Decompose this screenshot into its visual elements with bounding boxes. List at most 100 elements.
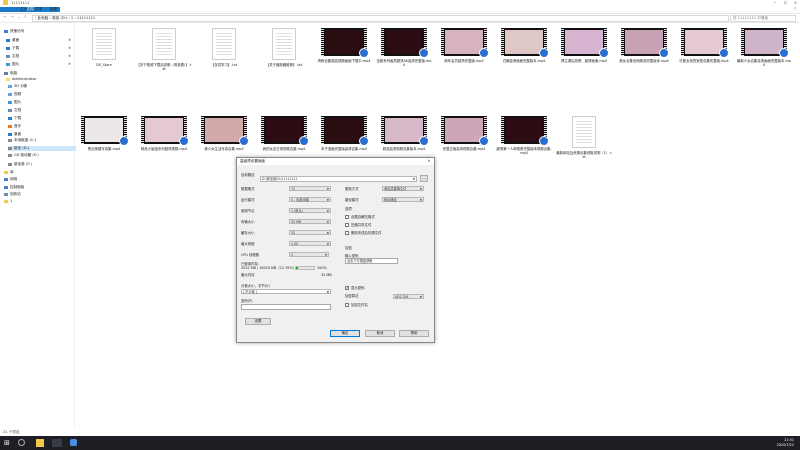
file-item[interactable]: 精选高清视频合集版本.mp4 [376, 116, 432, 151]
file-item[interactable]: DS_Store [76, 28, 132, 67]
sidebar-item[interactable]: 回收站 [4, 192, 72, 197]
file-item[interactable]: 白嫩高清画面完整版本.mp4 [496, 28, 552, 63]
up-icon[interactable]: ↑ [23, 15, 27, 20]
file-item[interactable]: 全新系列画质超清4K高清完整版.mp4 [376, 28, 432, 67]
browse-button[interactable]: ... [420, 175, 428, 182]
sidebar-item[interactable]: 下载 [8, 116, 76, 121]
file-item[interactable]: 我的女友日常视频合集.mp4 [256, 116, 312, 151]
file-item[interactable]: 超清第一人称视角完整版本视频合集.mp4 [496, 116, 552, 155]
app-icon[interactable] [70, 439, 77, 446]
field-label: 传输大小 [241, 220, 255, 224]
sync-badge-icon [419, 136, 429, 146]
search-input[interactable]: 在 11111111 中搜索 [730, 15, 796, 22]
method-combo[interactable]: AES-256 ▼ [393, 294, 424, 299]
password-input[interactable] [241, 304, 331, 310]
close-icon[interactable]: ✕ [426, 158, 432, 165]
sidebar-item-label: 下载 [12, 46, 20, 50]
sidebar-item[interactable]: 图片 ✱ [6, 62, 74, 67]
field-combo[interactable]: 32 ▼ [289, 230, 331, 235]
sidebar-item-icon [8, 84, 12, 88]
search-icon[interactable] [18, 439, 25, 446]
file-item[interactable]: 美少女生活写真合集.mp4 [196, 116, 252, 151]
sidebar-item[interactable]: 电脑 [4, 71, 72, 76]
video-thumbnail [261, 116, 309, 146]
file-item[interactable]: 黑丝美腿写真集.mp4 [76, 116, 132, 151]
sidebar-item[interactable]: 图片 [8, 100, 76, 105]
field-combo[interactable]: 1.00 ▼ [289, 241, 331, 246]
file-item[interactable]: 最新网站及资源合集领取说明（1）.txt [556, 116, 612, 159]
back-icon[interactable]: ← [3, 15, 7, 20]
sidebar-item[interactable]: 网络 [4, 177, 72, 182]
field-combo[interactable]: 相对路径 ▼ [382, 197, 424, 202]
system-clock[interactable]: 21:51 2020/7/22 [777, 438, 794, 447]
ok-button[interactable]: 确定 [330, 330, 360, 337]
windows-start-icon[interactable]: ⊞ [4, 439, 12, 447]
encrypt-password-input[interactable]: 点击下方按钮获取 [345, 258, 398, 264]
file-item[interactable]: 清晰合集超高视频画面下载中.mp4 [316, 28, 372, 63]
option-checkbox[interactable] [345, 223, 349, 227]
sidebar-item[interactable]: 新加 (D:) [8, 146, 76, 151]
sidebar-item[interactable]: 视频 [8, 92, 76, 97]
sidebar-item[interactable]: 桌面 [8, 132, 76, 137]
sidebar-item[interactable]: 库 [4, 170, 72, 175]
help-button[interactable]: 帮助 [399, 330, 429, 337]
field-combo[interactable]: 2 ▼ [289, 252, 329, 257]
cancel-button[interactable]: 取消 [365, 330, 395, 337]
tab-view[interactable]: 查看 [48, 7, 59, 12]
option-checkbox[interactable] [345, 215, 349, 219]
field-combo[interactable]: 1 (默认) ▼ [289, 208, 331, 213]
address-bar[interactable]: › 此电脑 › 新加 (D:) › 1 › 11111111 [32, 15, 729, 22]
sidebar-item[interactable]: 3D 对象 [8, 84, 76, 89]
split-combo[interactable]: [ 不分卷 ] ▼ [241, 289, 331, 294]
sidebar-item[interactable]: 桌面 ✱ [6, 38, 74, 43]
sidebar-item[interactable]: CD 驱动器 (E:) [8, 153, 76, 158]
show-password-checkbox[interactable] [345, 286, 349, 290]
document-icon [152, 28, 176, 60]
sidebar-item[interactable]: 下载 ✱ [6, 46, 74, 51]
sync-badge-icon [479, 48, 489, 58]
field-combo[interactable]: 5 - 标准设置 ▼ [289, 197, 331, 202]
sidebar-item[interactable]: 本地磁盘 (C:) [8, 138, 76, 143]
option-checkbox[interactable] [345, 231, 349, 235]
sidebar-item-label: 视频 [14, 92, 22, 96]
file-item[interactable]: 可爱女孩的家居合集完整版.mp4 [676, 28, 732, 63]
forward-icon[interactable]: → [10, 15, 14, 20]
sidebar-item[interactable]: 新加卷 (F:) [8, 162, 76, 167]
file-explorer-icon[interactable] [36, 439, 44, 447]
file-item[interactable]: 最新少女合集高清画面完整版本.mp4 [736, 28, 792, 67]
sync-badge-icon [179, 136, 189, 146]
sidebar-item[interactable]: Administrator [6, 77, 74, 82]
sidebar-item[interactable]: 文档 [8, 108, 76, 113]
taskbar-app[interactable] [52, 439, 62, 447]
file-item[interactable]: 【关于视频下载站说明（请查看）】.txt [136, 28, 192, 71]
sidebar-item-icon [8, 124, 12, 128]
field-combo[interactable]: 72 ▼ [289, 186, 331, 191]
file-item[interactable]: 博主课后拍照，超清画面.mp4 [556, 28, 612, 63]
file-name: 美少女生活写真合集.mp4 [204, 147, 244, 151]
file-item[interactable]: 新年会员超清完整版.mp4 [436, 28, 492, 63]
path-combo[interactable]: D:\新加卷(D:)\1111111 ▼ [260, 176, 417, 182]
field-combo[interactable]: 32 MB ▼ [289, 219, 331, 224]
sidebar-item-icon [6, 54, 10, 58]
field-combo[interactable]: 添加并替换文件 ▼ [382, 186, 424, 191]
file-item[interactable]: 【仅供学习】.txt [196, 28, 252, 67]
file-item[interactable]: 美女合集全网精选完整版本.mp4 [616, 28, 672, 63]
sidebar-item[interactable]: 音乐 [8, 124, 76, 129]
sidebar-item-label: Administrator [12, 77, 37, 81]
chevron-down-icon[interactable]: ⌄ [17, 15, 21, 20]
sidebar-item[interactable]: 控制面板 [4, 185, 72, 190]
tab-home[interactable]: 主页 [18, 7, 29, 12]
sidebar-item[interactable]: 快速访问 [4, 29, 72, 34]
field-label: 运行模式 [241, 198, 255, 202]
file-item[interactable]: 【关于播放器推荐】.txt [256, 28, 312, 67]
help-icon[interactable]: ? [794, 7, 796, 11]
encrypt-names-checkbox[interactable] [345, 303, 349, 307]
settings-button[interactable]: 设置 [245, 318, 271, 325]
sidebar-item[interactable]: 文档 ✱ [6, 54, 74, 59]
file-item[interactable]: 本子漫画完整版高清合集.mp4 [316, 116, 372, 151]
file-item[interactable]: 精品小姐姐系列超清视频.mp4 [136, 116, 192, 151]
sidebar-item[interactable]: 1 [4, 199, 72, 204]
pin-icon: ✱ [67, 38, 71, 42]
tab-share[interactable]: 共享 [33, 7, 44, 12]
file-item[interactable]: 完整正版高清视频合集.mp4 [436, 116, 492, 151]
